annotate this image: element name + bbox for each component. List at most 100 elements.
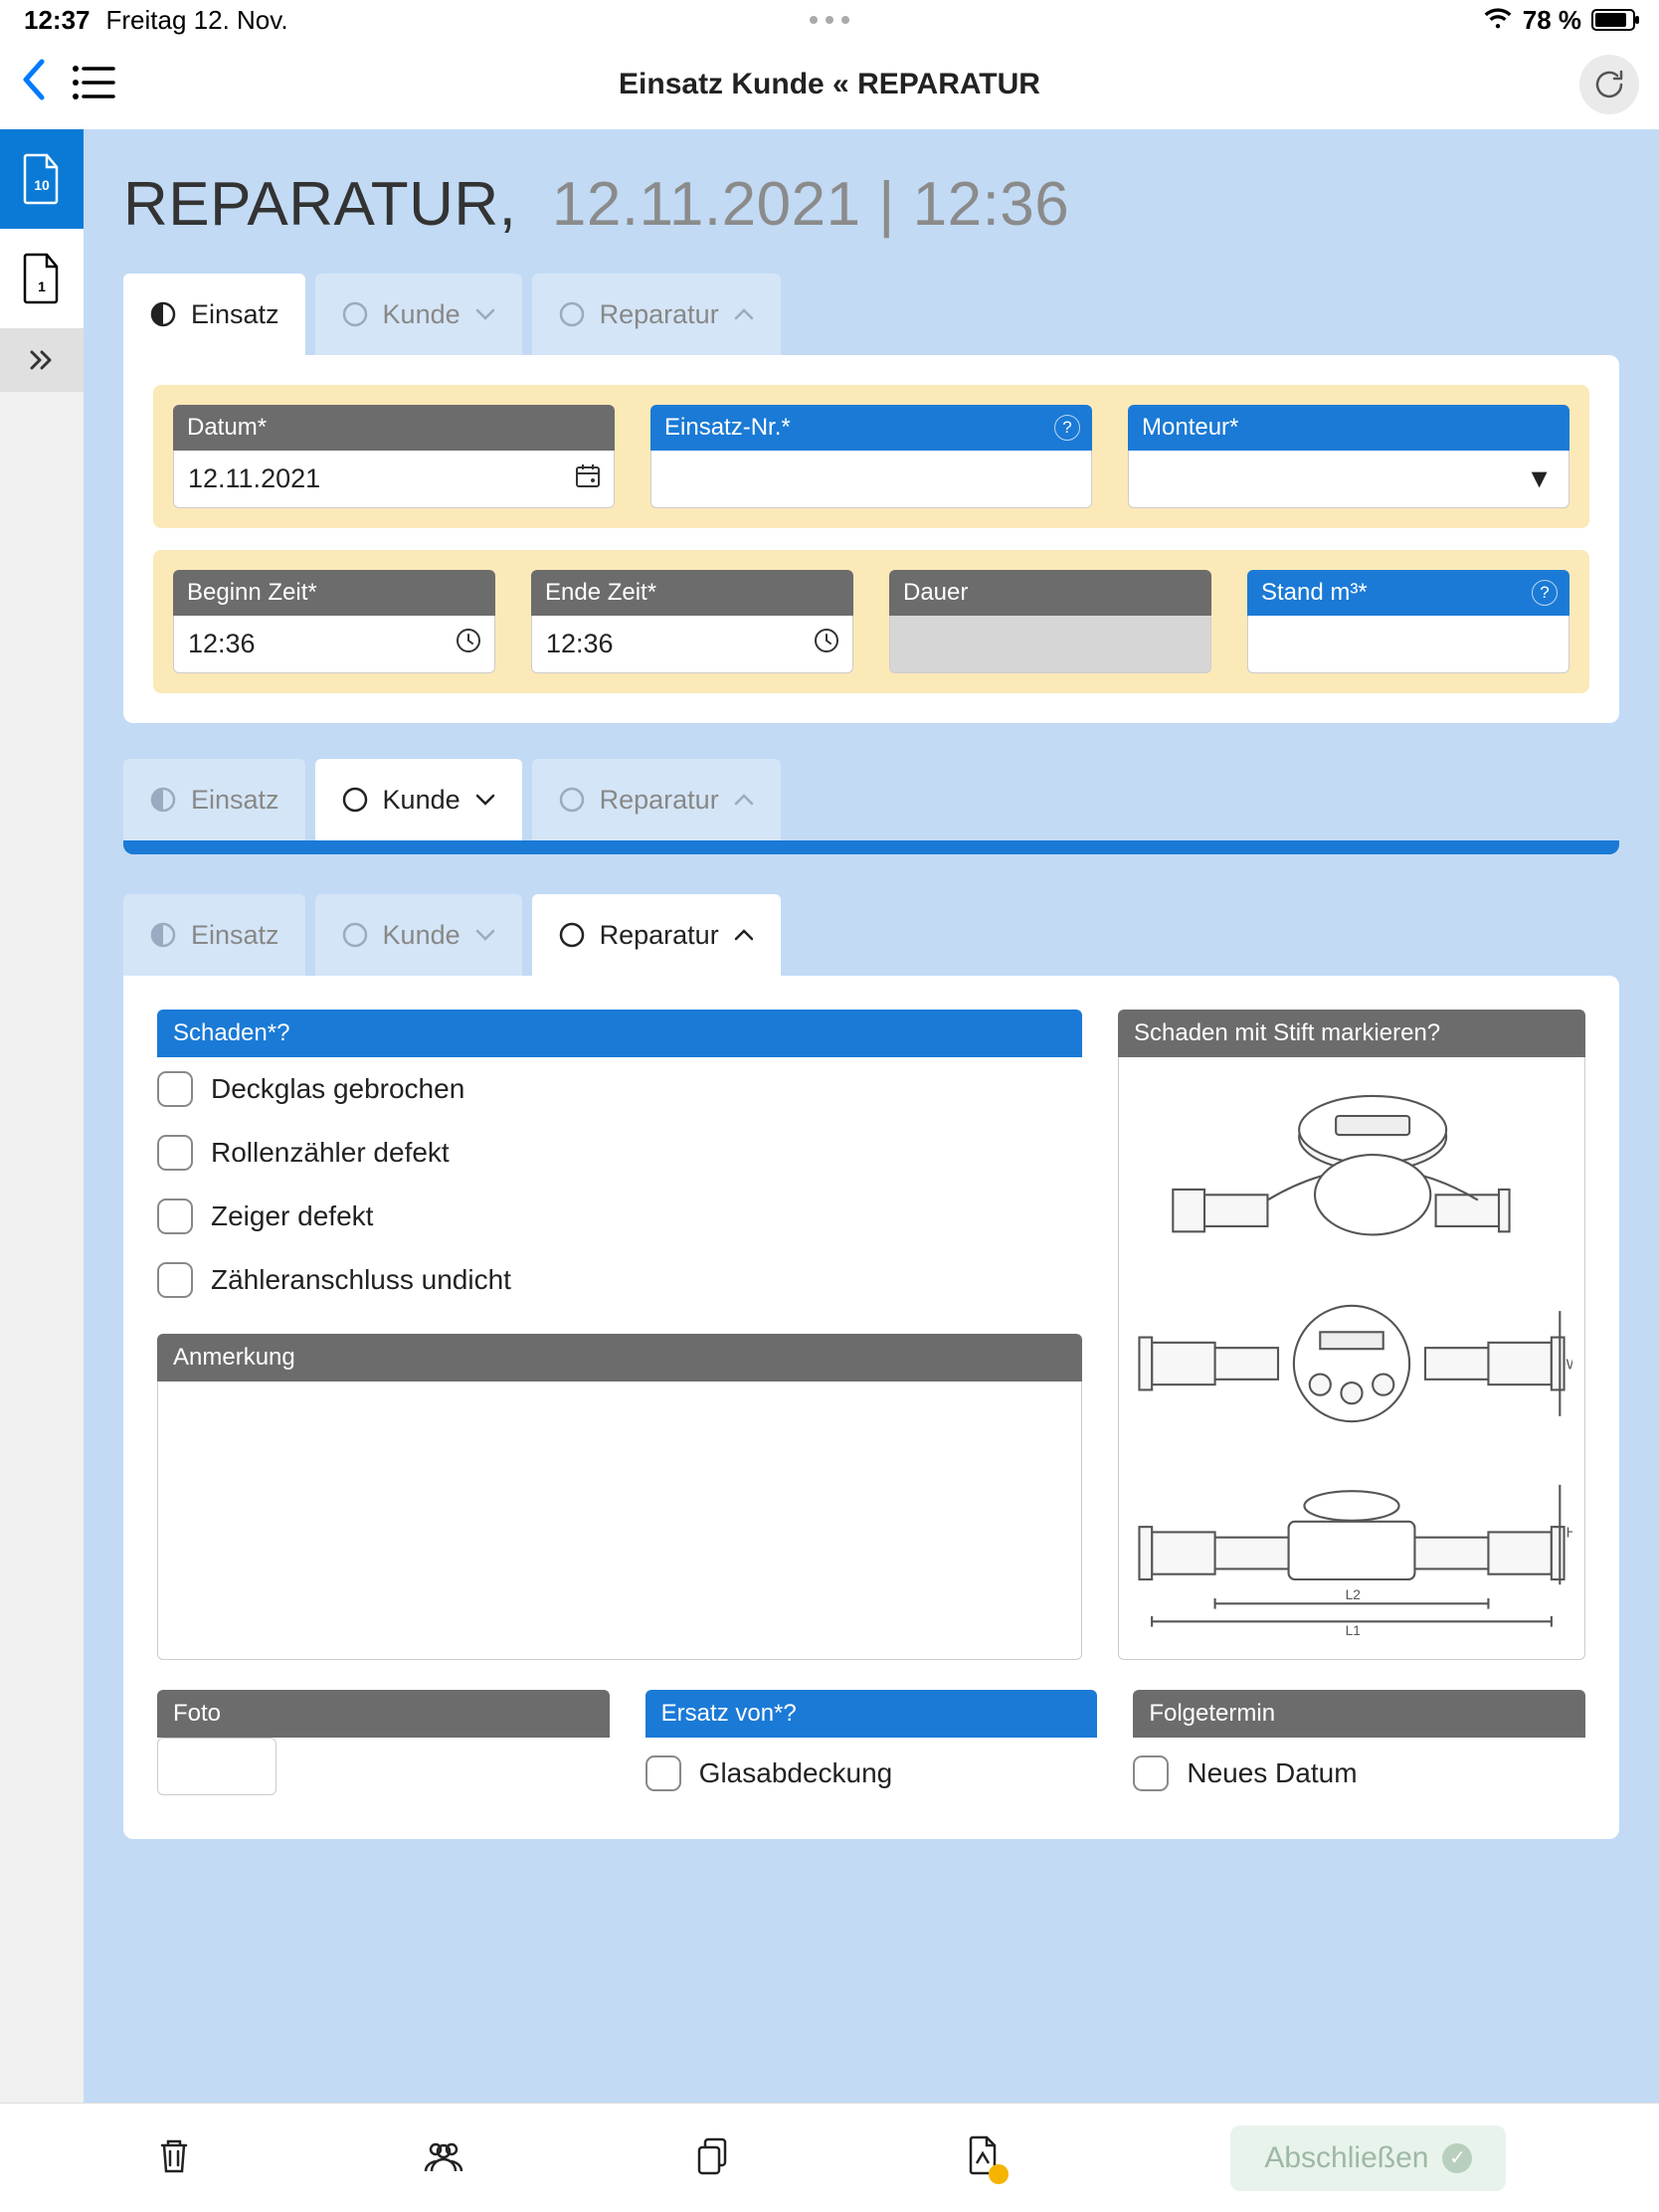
circle-icon bbox=[341, 300, 369, 328]
check-neues-datum[interactable]: Neues Datum bbox=[1133, 1755, 1585, 1791]
chevron-down-icon bbox=[474, 307, 496, 321]
kunde-collapsed-bar bbox=[123, 840, 1619, 854]
back-button[interactable] bbox=[20, 56, 48, 113]
circle-icon bbox=[558, 921, 586, 949]
rail-badge-1: 10 bbox=[34, 177, 50, 193]
status-bar: 12:37 Freitag 12. Nov. 78 % bbox=[0, 0, 1659, 40]
stand-label: Stand m³*? bbox=[1247, 570, 1569, 616]
help-icon[interactable]: ? bbox=[1054, 415, 1080, 441]
check-deckglas[interactable]: Deckglas gebrochen bbox=[157, 1071, 1082, 1107]
tab-einsatz-label: Einsatz bbox=[191, 920, 279, 951]
tab-reparatur-label: Reparatur bbox=[600, 785, 719, 816]
chevron-up-icon bbox=[733, 928, 755, 942]
svg-text:H: H bbox=[1567, 1526, 1572, 1542]
check-circle-icon: ✓ bbox=[1442, 2143, 1472, 2173]
check-zaehleranschluss[interactable]: Zähleranschluss undicht bbox=[157, 1262, 1082, 1298]
rail-doc-2[interactable]: 1 bbox=[0, 229, 84, 328]
finish-button[interactable]: Abschließen ✓ bbox=[1230, 2125, 1506, 2191]
tab-einsatz[interactable]: Einsatz bbox=[123, 274, 305, 355]
svg-text:L1: L1 bbox=[1346, 1623, 1361, 1637]
datum-input[interactable]: 12.11.2021 bbox=[173, 451, 615, 508]
clock-icon[interactable] bbox=[455, 627, 482, 661]
svg-text:W: W bbox=[1567, 1357, 1572, 1373]
document-export-button[interactable] bbox=[961, 2133, 1005, 2182]
check-zeiger[interactable]: Zeiger defekt bbox=[157, 1198, 1082, 1234]
help-icon[interactable]: ? bbox=[1532, 580, 1558, 606]
clock-icon[interactable] bbox=[813, 627, 840, 661]
tab-kunde-label: Kunde bbox=[383, 299, 461, 330]
ende-label: Ende Zeit* bbox=[531, 570, 853, 616]
rail-badge-2: 1 bbox=[38, 278, 46, 294]
status-date: Freitag 12. Nov. bbox=[106, 5, 288, 36]
monteur-select[interactable]: ▼ bbox=[1128, 451, 1569, 508]
help-icon[interactable]: ? bbox=[783, 1700, 796, 1728]
anmerkung-header: Anmerkung bbox=[157, 1334, 1082, 1382]
tab-reparatur-2[interactable]: Reparatur bbox=[532, 759, 781, 840]
einsatz-nr-label: Einsatz-Nr.*? bbox=[650, 405, 1092, 451]
schaden-checklist: Deckglas gebrochen Rollenzähler defekt Z… bbox=[157, 1057, 1082, 1312]
stand-input[interactable] bbox=[1247, 616, 1569, 673]
chevron-down-icon bbox=[474, 793, 496, 807]
tab-kunde-2[interactable]: Kunde bbox=[315, 759, 522, 840]
rail-expand-button[interactable] bbox=[0, 328, 84, 392]
beginn-input[interactable]: 12:36 bbox=[173, 616, 495, 673]
side-rail: 10 1 bbox=[0, 129, 84, 2103]
tab-kunde-label: Kunde bbox=[383, 785, 461, 816]
calendar-icon[interactable] bbox=[574, 461, 602, 496]
multitask-dots-icon[interactable] bbox=[810, 16, 849, 24]
tab-kunde-3[interactable]: Kunde bbox=[315, 894, 522, 976]
copy-button[interactable] bbox=[691, 2133, 735, 2182]
tab-einsatz-2[interactable]: Einsatz bbox=[123, 759, 305, 840]
datum-label: Datum* bbox=[173, 405, 615, 451]
tabs-row-3: Einsatz Kunde Reparatur bbox=[123, 894, 1619, 976]
sync-button[interactable] bbox=[1579, 55, 1639, 114]
rail-doc-active[interactable]: 10 bbox=[0, 129, 84, 229]
wifi-icon bbox=[1483, 5, 1513, 36]
ende-input[interactable]: 12:36 bbox=[531, 616, 853, 673]
bottom-toolbar: Abschließen ✓ bbox=[0, 2103, 1659, 2212]
checkbox-icon bbox=[157, 1198, 193, 1234]
meter-perspective-icon bbox=[1131, 1079, 1572, 1258]
foto-add-button[interactable] bbox=[157, 1738, 276, 1795]
battery-icon bbox=[1591, 9, 1635, 31]
list-icon[interactable] bbox=[72, 64, 115, 106]
svg-text:L2: L2 bbox=[1346, 1587, 1361, 1602]
dropdown-caret-icon: ▼ bbox=[1526, 463, 1553, 494]
einsatz-nr-input[interactable] bbox=[650, 451, 1092, 508]
tab-einsatz-label: Einsatz bbox=[191, 299, 279, 330]
tab-reparatur-label: Reparatur bbox=[600, 920, 719, 951]
users-button[interactable] bbox=[422, 2133, 465, 2182]
half-circle-icon bbox=[149, 921, 177, 949]
reparatur-panel: Schaden*? Deckglas gebrochen Rollenzähle… bbox=[123, 976, 1619, 1839]
trash-button[interactable] bbox=[152, 2133, 196, 2182]
chevron-down-icon bbox=[474, 928, 496, 942]
circle-icon bbox=[341, 921, 369, 949]
tab-kunde-1[interactable]: Kunde bbox=[315, 274, 522, 355]
ersatz-header: Ersatz von*? bbox=[645, 1690, 1098, 1738]
anmerkung-textarea[interactable] bbox=[157, 1382, 1082, 1660]
chevron-up-icon bbox=[733, 793, 755, 807]
markieren-header: Schaden mit Stift markieren? bbox=[1118, 1010, 1585, 1057]
datum-value: 12.11.2021 bbox=[188, 463, 320, 494]
tabs-row-2: Einsatz Kunde Reparatur bbox=[123, 759, 1619, 840]
main-content: REPARATUR, 12.11.2021 | 12:36 Einsatz Ku… bbox=[84, 129, 1659, 2103]
schaden-header: Schaden*? bbox=[157, 1010, 1082, 1057]
page-header-title: Einsatz Kunde « REPARATUR bbox=[619, 68, 1040, 101]
tab-reparatur-3[interactable]: Reparatur bbox=[532, 894, 781, 976]
monteur-label: Monteur* bbox=[1128, 405, 1569, 451]
page-title: REPARATUR, 12.11.2021 | 12:36 bbox=[123, 169, 1619, 240]
ende-value: 12:36 bbox=[546, 629, 614, 659]
meter-diagram-canvas[interactable]: W H L2 L1 bbox=[1118, 1057, 1585, 1660]
half-circle-icon bbox=[149, 300, 177, 328]
help-icon[interactable]: ? bbox=[1427, 1019, 1440, 1047]
meter-side-icon: H L2 L1 bbox=[1131, 1469, 1572, 1637]
checkbox-icon bbox=[1133, 1755, 1169, 1791]
tab-einsatz-3[interactable]: Einsatz bbox=[123, 894, 305, 976]
tab-reparatur-1[interactable]: Reparatur bbox=[532, 274, 781, 355]
checkbox-icon bbox=[645, 1755, 681, 1791]
beginn-label: Beginn Zeit* bbox=[173, 570, 495, 616]
help-icon[interactable]: ? bbox=[276, 1019, 289, 1047]
check-glasabdeckung[interactable]: Glasabdeckung bbox=[645, 1755, 1098, 1791]
check-rollenzaehler[interactable]: Rollenzähler defekt bbox=[157, 1135, 1082, 1171]
foto-header: Foto bbox=[157, 1690, 610, 1738]
